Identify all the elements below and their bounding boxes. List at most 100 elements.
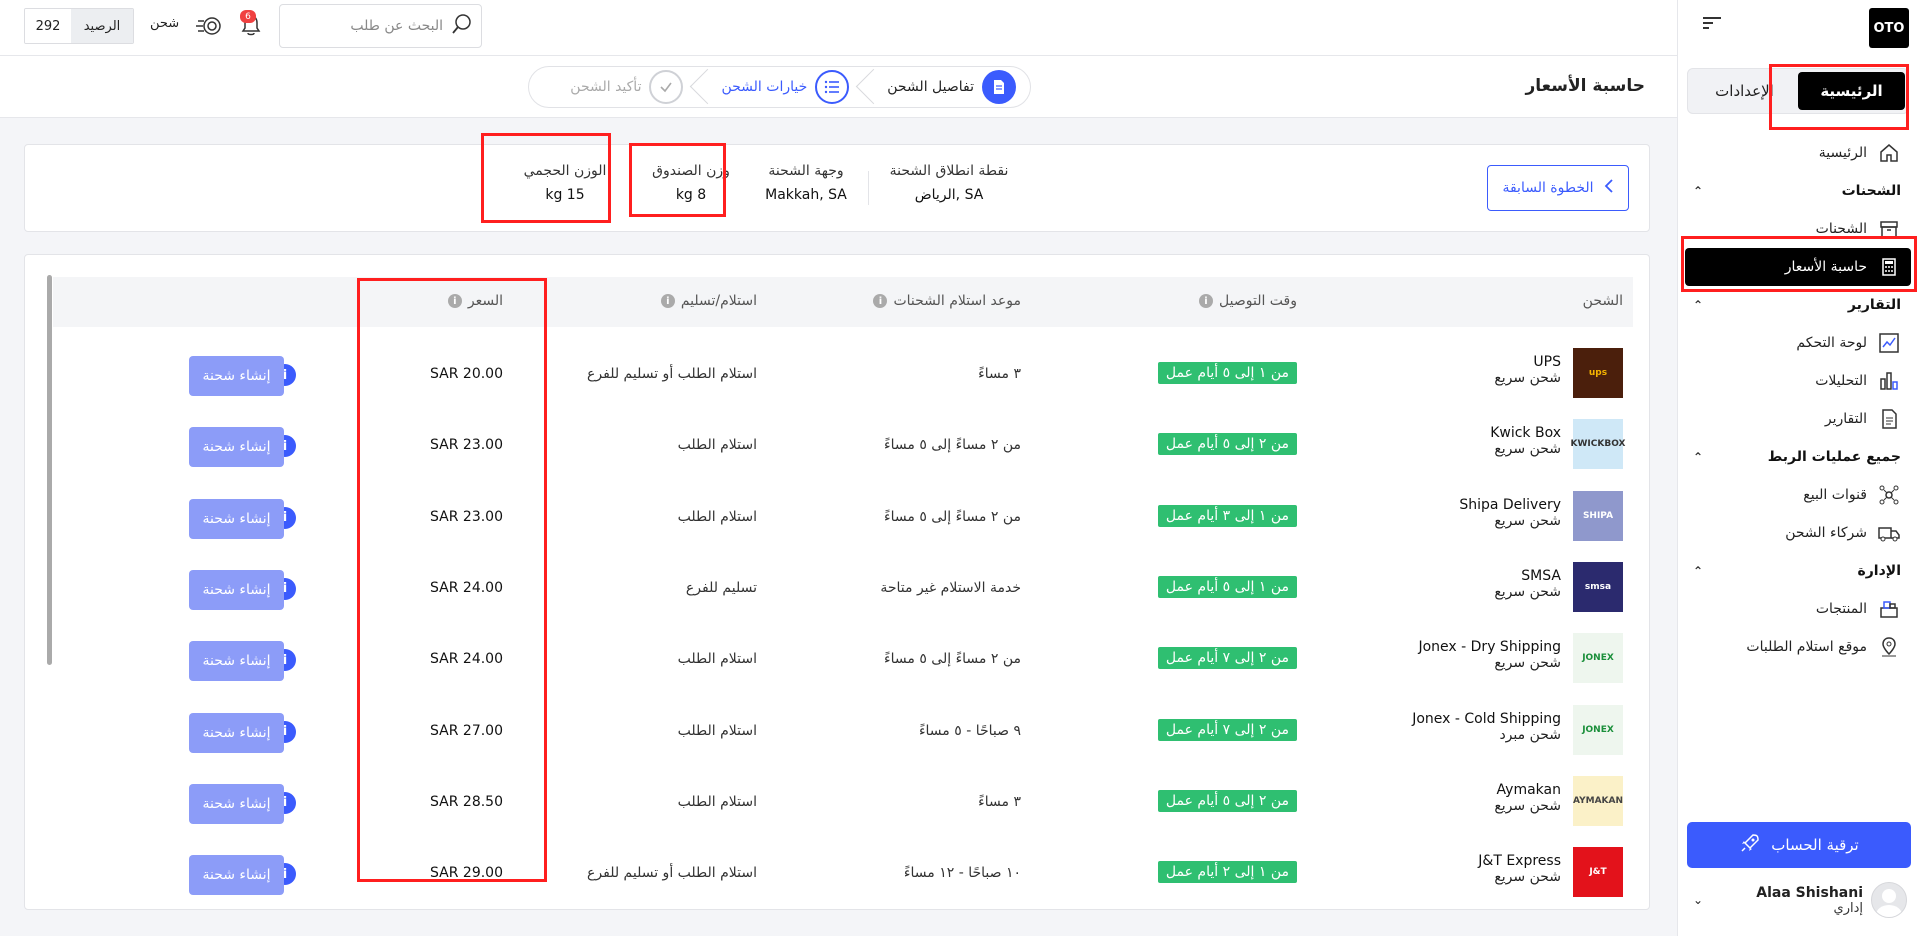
- sidebar-item-shipping-partners[interactable]: شركاء الشحن: [1677, 514, 1919, 552]
- info-icon[interactable]: i: [873, 294, 888, 308]
- create-shipment-button[interactable]: إنشاء شحنة: [189, 427, 284, 468]
- notifications-bell-icon[interactable]: 6: [238, 10, 264, 42]
- pickup-time: ٩ صباحًا - ٥ مساءً: [918, 722, 1021, 739]
- sidebar-item-pickup-location[interactable]: موقع استلام الطلبات: [1677, 628, 1919, 666]
- products-icon: [1877, 597, 1901, 621]
- menu-toggle-icon[interactable]: [1703, 14, 1721, 32]
- sidebar-nav: الرئيسية الشحنات ⌃ الشحنات حاسبة الأسعار…: [1677, 134, 1919, 666]
- pickup-time: ١٠ صباحًا - ١٢ مساءً: [903, 865, 1021, 882]
- carrier-logo-text: AYMAKAN: [1573, 795, 1624, 806]
- step-confirm-shipment[interactable]: تأكيد الشحن: [560, 70, 693, 104]
- carrier-logo: KWICKBOX: [1571, 419, 1625, 470]
- volumetric-weight-value: kg 15: [545, 187, 585, 203]
- upgrade-account-button[interactable]: ترقية الحساب: [1687, 822, 1911, 868]
- create-shipment-button[interactable]: إنشاء شحنة: [189, 356, 284, 396]
- step-shipping-options[interactable]: خيارات الشحن: [711, 70, 859, 104]
- carrier-name: SMSA: [1521, 567, 1561, 584]
- sidebar-item-shipments[interactable]: الشحنات: [1677, 210, 1919, 248]
- sidebar-item-analytics[interactable]: التحليلات: [1677, 362, 1919, 400]
- truck-icon: [1877, 521, 1901, 545]
- pickup-delivery-method: استلام الطلب: [677, 437, 757, 454]
- price: SAR 23.00: [430, 508, 503, 525]
- carrier-info: Aymakan شحن سريع: [1494, 782, 1561, 814]
- sidebar-item-label: المنتجات: [1815, 601, 1867, 617]
- pickup-time: من ٢ مساءً إلى ٥ مساءً: [884, 651, 1021, 668]
- sidebar-tabs: الرئيسية الإعدادات: [1687, 68, 1909, 114]
- sidebar-item-label: قنوات البيع: [1803, 487, 1867, 503]
- table-row: JONEX Jonex - Cold Shipping شحن مبرد من ٢ إ…: [53, 697, 1633, 768]
- sidebar-item-sales-channels[interactable]: قنوات البيع: [1677, 476, 1919, 514]
- sidebar-section-management[interactable]: الإدارة ⌃: [1677, 552, 1919, 590]
- create-shipment-button[interactable]: إنشاء شحنة: [189, 712, 284, 753]
- user-profile[interactable]: Alaa Shishani إداري ⌄: [1687, 878, 1907, 922]
- table-header: الشحن وقت التوصيل i موعد استلام الشحنات i …: [53, 277, 1633, 327]
- price: SAR 23.00: [430, 437, 503, 454]
- previous-step-button[interactable]: الخطوة السابقة: [1487, 165, 1629, 211]
- chevron-down-icon[interactable]: ⌄: [1693, 893, 1703, 907]
- create-shipment-button[interactable]: إنشاء شحنة: [189, 641, 284, 682]
- pickup-time: ٣ مساءً: [978, 366, 1021, 382]
- create-shipment-button[interactable]: إنشاء شحنة: [189, 855, 284, 896]
- info-icon[interactable]: i: [1199, 294, 1214, 308]
- sidebar-item-products[interactable]: المنتجات: [1677, 590, 1919, 628]
- ship-link[interactable]: شحن: [150, 16, 179, 31]
- sidebar-item-label: موقع استلام الطلبات: [1746, 639, 1867, 655]
- step-label: خيارات الشحن: [721, 79, 808, 95]
- sidebar-section-reports[interactable]: التقارير ⌃: [1677, 286, 1919, 324]
- sidebar-item-home[interactable]: الرئيسية: [1677, 134, 1919, 172]
- page-header: تفاصيل الشحن خيارات الشحن تأكيد الشحن حا…: [0, 56, 1677, 118]
- table-scrollbar[interactable]: [47, 275, 52, 665]
- fast-shipping-icon[interactable]: [196, 14, 224, 40]
- create-shipment-button[interactable]: إنشاء شحنة: [189, 498, 284, 539]
- info-icon[interactable]: i: [447, 294, 462, 308]
- sidebar-item-price-calculator[interactable]: حاسبة الأسعار: [1685, 248, 1911, 286]
- sidebar-item-label: حاسبة الأسعار: [1784, 259, 1867, 275]
- shipping-type: شحن سريع: [1494, 869, 1561, 886]
- step-shipment-details[interactable]: تفاصيل الشحن: [877, 70, 1026, 104]
- user-name: Alaa Shishani: [1756, 884, 1863, 901]
- origin-value: الرياض, SA: [914, 187, 984, 203]
- sidebar-item-dashboard[interactable]: لوحة التحكم: [1677, 324, 1919, 362]
- delivery-time-badge: من ١ إلى ٥ أيام عمل: [1157, 575, 1297, 598]
- tab-settings[interactable]: الإعدادات: [1691, 72, 1798, 110]
- pickup-delivery-method: استلام الطلب: [677, 508, 757, 525]
- shipping-type: شحن سريع: [1494, 583, 1561, 600]
- carrier-name: UPS: [1533, 354, 1561, 370]
- tab-home[interactable]: الرئيسية: [1798, 72, 1905, 110]
- sidebar-item-label: الشحنات: [1815, 221, 1867, 237]
- balance-value: 292: [25, 9, 71, 43]
- header-method: استلام/تسليم i: [660, 293, 757, 309]
- sidebar-section-integrations[interactable]: جميع عمليات الربط ⌃: [1677, 438, 1919, 476]
- check-icon: [649, 70, 684, 104]
- pickup-time: خدمة الاستلام غير متاحة: [880, 579, 1021, 596]
- search-box[interactable]: [269, 4, 482, 48]
- carrier-logo: JONEX: [1573, 704, 1623, 755]
- table-row: smsa SMSA شحن سريع من ١ إلى ٥ أيام عمل خدمة …: [53, 554, 1633, 625]
- header-pickup-time: موعد استلام الشحنات i: [873, 293, 1021, 309]
- notification-count-badge: 6: [240, 10, 256, 23]
- oto-logo[interactable]: OTO: [1869, 8, 1909, 48]
- chevron-right-icon: [1604, 179, 1614, 197]
- info-icon[interactable]: i: [660, 294, 675, 308]
- box-weight-value: kg 8: [675, 187, 707, 203]
- table-row: ups UPS شحن سريع من ١ إلى ٥ أيام عمل ٣ مساءً…: [53, 340, 1633, 411]
- create-shipment-button[interactable]: إنشاء شحنة: [189, 783, 284, 824]
- location-pin-icon: [1877, 635, 1901, 659]
- create-shipment-button[interactable]: إنشاء شحنة: [189, 569, 284, 610]
- table-row: AYMAKAN Aymakan شحن سريع من ٢ إلى ٥ أيام عم…: [53, 768, 1633, 839]
- search-input[interactable]: [269, 18, 451, 34]
- step-label: تأكيد الشحن: [570, 79, 642, 95]
- header-label: الشحن: [1582, 293, 1623, 309]
- balance-widget[interactable]: 292 الرصيد: [24, 8, 134, 44]
- delivery-time-badge: من ١ إلى ٢ أيام عمل: [1157, 861, 1297, 884]
- search-icon[interactable]: [451, 13, 473, 39]
- previous-step-label: الخطوة السابقة: [1502, 180, 1594, 196]
- avatar: [1871, 882, 1907, 918]
- carrier-info: Shipa Delivery شحن سريع: [1459, 497, 1561, 529]
- chevron-up-icon: ⌃: [1693, 450, 1704, 464]
- shipping-type: شحن سريع: [1494, 512, 1561, 529]
- sidebar-item-reports[interactable]: التقارير: [1677, 400, 1919, 438]
- step-separator: [859, 66, 877, 108]
- pickup-time: من ٢ مساءً إلى ٥ مساءً: [884, 508, 1021, 525]
- sidebar-section-shipments[interactable]: الشحنات ⌃: [1677, 172, 1919, 210]
